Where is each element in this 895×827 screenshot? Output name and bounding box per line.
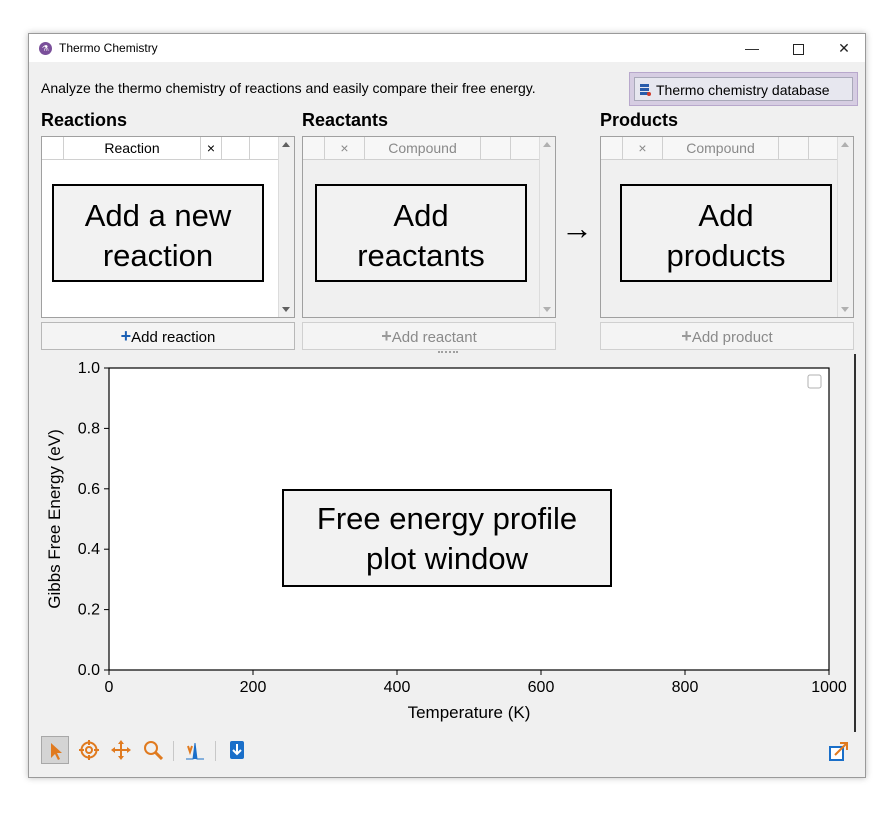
remove-reaction-column-header[interactable]: × xyxy=(201,137,222,159)
pop-out-icon xyxy=(829,742,848,761)
scroll-up-icon[interactable] xyxy=(543,142,551,147)
callout-line: Add xyxy=(393,198,449,233)
empty-column-header xyxy=(250,137,279,159)
maximize-icon xyxy=(792,43,804,55)
magnifier-icon xyxy=(144,741,163,760)
download-icon xyxy=(230,741,244,759)
add-reactant-label: Add reactant xyxy=(391,329,477,346)
callout-line: reaction xyxy=(102,238,214,273)
minimize-button[interactable]: — xyxy=(729,34,775,62)
x-tick-label: 0 xyxy=(105,679,114,696)
thermo-chemistry-database-highlight: Thermo chemistry database xyxy=(629,72,858,106)
x-axis-label: Temperature (K) xyxy=(408,703,531,722)
window-title: Thermo Chemistry xyxy=(59,41,158,55)
add-product-button[interactable]: +Add product xyxy=(600,322,854,350)
database-button-label: Thermo chemistry database xyxy=(656,82,830,98)
pan-tool-button[interactable] xyxy=(107,736,135,764)
empty-column-header xyxy=(779,137,809,159)
scroll-down-icon[interactable] xyxy=(282,307,290,312)
scroll-down-icon[interactable] xyxy=(841,307,849,312)
y-axis-label: Gibbs Free Energy (eV) xyxy=(45,429,64,609)
move-arrows-icon xyxy=(111,740,131,760)
empty-column-header xyxy=(481,137,511,159)
plot-toolbar xyxy=(39,734,859,768)
description-text: Analyze the thermo chemistry of reaction… xyxy=(41,80,536,96)
cursor-arrow-icon xyxy=(51,743,62,760)
add-products-callout: Add products xyxy=(620,184,832,282)
thermo-chemistry-database-button[interactable]: Thermo chemistry database xyxy=(634,77,853,101)
reactions-table-header: Reaction × xyxy=(42,137,279,160)
x-tick-label: 1000 xyxy=(811,679,847,696)
products-table-header: × Compound xyxy=(601,137,838,160)
plot-window-callout: Free energy profile plot window xyxy=(282,489,612,587)
toolbar-separator xyxy=(215,741,216,761)
add-product-label: Add product xyxy=(691,329,773,346)
y-tick-label: 0.4 xyxy=(78,541,100,558)
app-icon: ⚗ xyxy=(39,42,52,55)
empty-column-header xyxy=(511,137,540,159)
x-tick-label: 800 xyxy=(672,679,699,696)
plus-icon: + xyxy=(681,326,692,346)
close-button[interactable]: ✕ xyxy=(821,34,867,62)
x-tick-label: 600 xyxy=(528,679,555,696)
add-reaction-callout: Add a new reaction xyxy=(52,184,264,282)
x-tick-label: 200 xyxy=(240,679,267,696)
thermo-chemistry-window: ⚗ Thermo Chemistry — ✕ Analyze the therm… xyxy=(28,33,866,778)
callout-line: Add xyxy=(698,198,754,233)
row-header-cell xyxy=(42,137,64,159)
y-tick-label: 0.8 xyxy=(78,420,100,437)
y-tick-label: 0.0 xyxy=(78,662,100,679)
toolbar-separator xyxy=(173,741,174,761)
scroll-down-icon[interactable] xyxy=(543,307,551,312)
database-icon xyxy=(640,84,651,96)
products-scrollbar[interactable] xyxy=(837,137,853,317)
add-reactant-button[interactable]: +Add reactant xyxy=(302,322,556,350)
reactions-scrollbar[interactable] xyxy=(278,137,294,317)
plot-panel-border xyxy=(854,354,856,732)
add-reaction-label: Add reaction xyxy=(131,329,216,346)
x-tick-label: 400 xyxy=(384,679,411,696)
maximize-button[interactable] xyxy=(775,34,821,62)
remove-product-column-header[interactable]: × xyxy=(623,137,663,159)
compound-column-header[interactable]: Compound xyxy=(365,137,481,159)
compound-column-header[interactable]: Compound xyxy=(663,137,779,159)
crosshair-tool-button[interactable] xyxy=(75,736,103,764)
export-tool-button[interactable] xyxy=(223,736,251,764)
row-header-cell xyxy=(601,137,623,159)
reactions-heading: Reactions xyxy=(41,110,128,130)
y-tick-label: 1.0 xyxy=(78,360,100,377)
undock-plot-button[interactable] xyxy=(825,736,853,764)
crosshair-icon xyxy=(79,740,99,760)
reactants-table-header: × Compound xyxy=(303,137,540,160)
zoom-tool-button[interactable] xyxy=(139,736,167,764)
add-reaction-button[interactable]: +Add reaction xyxy=(41,322,295,350)
plus-icon: + xyxy=(381,326,392,346)
scroll-up-icon[interactable] xyxy=(282,142,290,147)
callout-line: products xyxy=(666,238,786,273)
reactants-heading: Reactants xyxy=(302,110,389,130)
callout-line: Add a new xyxy=(84,198,232,233)
products-heading: Products xyxy=(600,110,679,130)
plus-icon: + xyxy=(120,326,132,346)
row-header-cell xyxy=(303,137,325,159)
reactants-scrollbar[interactable] xyxy=(539,137,555,317)
empty-column-header xyxy=(222,137,250,159)
select-tool-button[interactable] xyxy=(41,736,69,764)
title-bar: ⚗ Thermo Chemistry — ✕ xyxy=(29,34,865,62)
callout-line: plot window xyxy=(366,541,528,576)
callout-line: Free energy profile xyxy=(316,501,578,536)
scroll-up-icon[interactable] xyxy=(841,142,849,147)
reaction-column-header[interactable]: Reaction xyxy=(64,137,201,159)
add-reactants-callout: Add reactants xyxy=(315,184,527,282)
callout-line: reactants xyxy=(357,238,485,273)
spectrum-peak-icon xyxy=(186,742,204,760)
legend-checkbox xyxy=(807,374,822,389)
empty-column-header xyxy=(809,137,838,159)
y-tick-label: 0.6 xyxy=(78,481,100,498)
y-tick-label: 0.2 xyxy=(78,602,100,619)
reaction-arrow-icon: → xyxy=(561,210,593,246)
remove-reactant-column-header[interactable]: × xyxy=(325,137,365,159)
spectrum-tool-button[interactable] xyxy=(181,736,209,764)
